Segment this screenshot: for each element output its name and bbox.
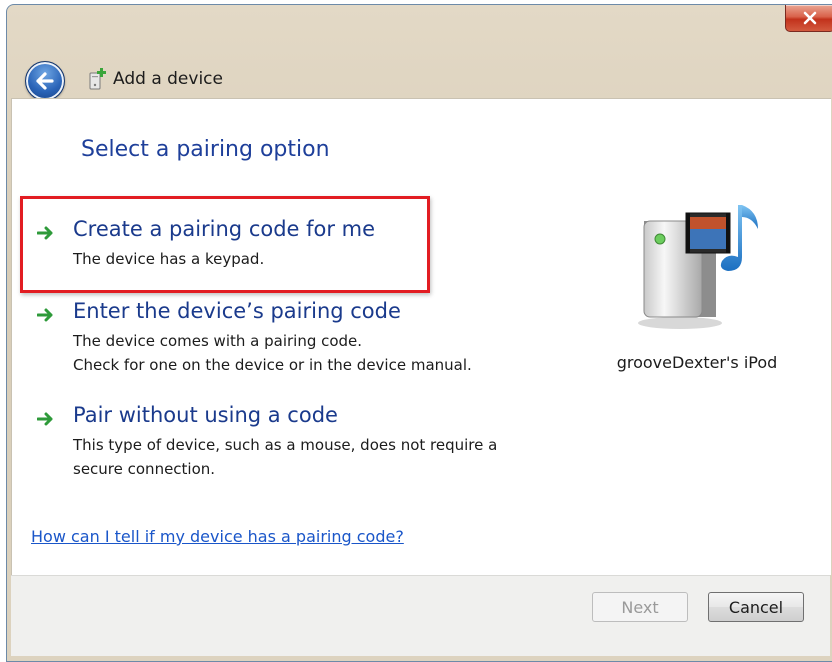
media-player-device-icon [638, 205, 758, 329]
option-title[interactable]: Create a pairing code for me [73, 217, 375, 241]
next-button[interactable]: Next [592, 592, 688, 622]
description-line: secure connection. [73, 460, 216, 478]
add-device-icon [89, 68, 106, 90]
help-link-pairing-code[interactable]: How can I tell if my device has a pairin… [31, 527, 404, 546]
page-heading: Select a pairing option [81, 137, 330, 162]
option-title[interactable]: Enter the device’s pairing code [73, 299, 401, 323]
back-button[interactable] [25, 61, 65, 101]
device-name: grooveDexter's iPod [616, 353, 778, 372]
green-arrow-icon [37, 412, 53, 426]
selection-highlight-box [20, 196, 430, 293]
green-arrow-icon [37, 226, 53, 240]
title-bar: Add a device [7, 5, 832, 101]
description-line: Check for one on the device or in the de… [73, 356, 472, 374]
option-description: This type of device, such as a mouse, do… [73, 433, 497, 481]
back-arrow-icon [36, 72, 54, 90]
option-title[interactable]: Pair without using a code [73, 403, 338, 427]
description-line: The device comes with a pairing code. [73, 332, 363, 350]
window-title: Add a device [113, 69, 223, 89]
description-line: This type of device, such as a mouse, do… [73, 436, 498, 454]
cancel-button[interactable]: Cancel [708, 592, 804, 622]
option-description: The device comes with a pairing code. Ch… [73, 329, 472, 377]
content-panel: Select a pairing option Create a pairing… [11, 98, 831, 575]
option-description: The device has a keypad. [73, 247, 264, 271]
close-icon [803, 11, 817, 25]
close-button[interactable] [785, 5, 832, 32]
green-arrow-icon [37, 308, 53, 322]
button-bar: Next Cancel [11, 575, 830, 656]
description-line: The device has a keypad. [73, 250, 265, 268]
